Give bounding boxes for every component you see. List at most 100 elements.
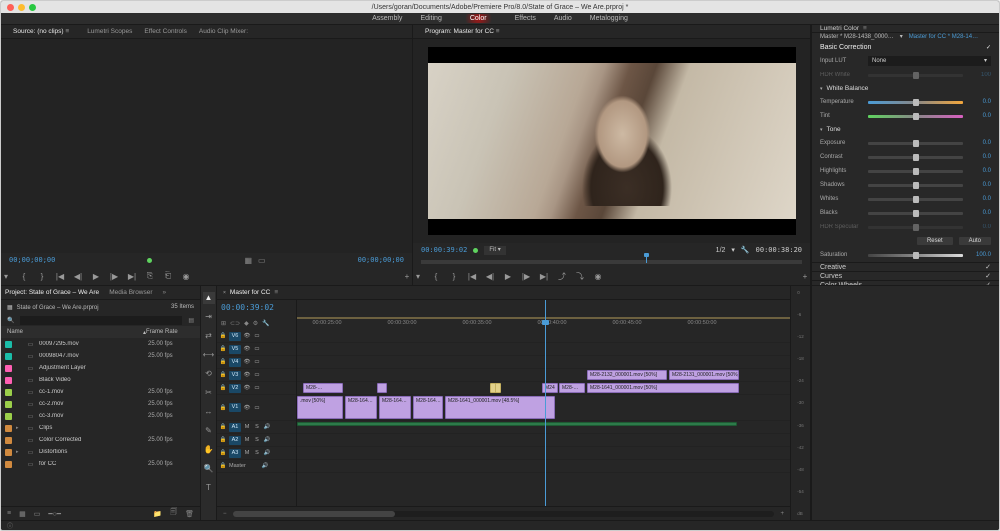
timeline-scrollbar[interactable] bbox=[233, 511, 775, 517]
list-item[interactable]: ▭for CC25.00 fps bbox=[1, 458, 200, 470]
timeline-clip[interactable]: M28-1641_000001.mov [50%] bbox=[587, 383, 739, 393]
tab-timeline[interactable]: Master for CC bbox=[230, 289, 270, 296]
project-search-input[interactable] bbox=[20, 316, 182, 325]
add-button-icon[interactable]: + bbox=[402, 272, 412, 281]
tab-program[interactable]: Program: Master for CC bbox=[419, 26, 506, 37]
workspace-audio[interactable]: Audio bbox=[554, 15, 572, 22]
tint-slider[interactable] bbox=[868, 115, 963, 118]
step-back-icon[interactable]: ◀| bbox=[73, 272, 83, 281]
freeform-icon[interactable]: ▭ bbox=[34, 510, 41, 518]
razor-tool[interactable]: ✂ bbox=[203, 387, 215, 399]
list-item[interactable]: ▭00097295.mov25.00 fps bbox=[1, 338, 200, 350]
source-view-icon[interactable]: ▦ bbox=[244, 256, 252, 265]
list-item[interactable]: ▭00098047.mov25.00 fps bbox=[1, 350, 200, 362]
list-item[interactable]: ▸▭Distortions bbox=[1, 446, 200, 458]
program-tc[interactable]: 00:00:39:02 bbox=[421, 246, 467, 254]
project-list[interactable]: ▭00097295.mov25.00 fps▭00098047.mov25.00… bbox=[1, 338, 200, 506]
list-item[interactable]: ▭cc-2.mov25.00 fps bbox=[1, 398, 200, 410]
audio-track-header[interactable]: 🔒A2MS🔊 bbox=[217, 434, 296, 447]
input-lut-combo[interactable]: None▾ bbox=[868, 56, 991, 66]
add-button-icon[interactable]: + bbox=[800, 272, 810, 281]
in-icon[interactable]: { bbox=[431, 272, 441, 281]
slip-tool[interactable]: ↔ bbox=[203, 406, 215, 418]
step-fwd-icon[interactable]: |▶ bbox=[521, 272, 531, 281]
timeline-ruler[interactable]: 00:00:25:0000:00:30:0000:00:35:0000:00:4… bbox=[297, 300, 790, 330]
audio-track-header[interactable]: 🔒A3MS🔊 bbox=[217, 447, 296, 460]
timeline-clip[interactable]: M28-… bbox=[559, 383, 585, 393]
timeline-clip[interactable]: M28-164… bbox=[379, 396, 411, 419]
lumetri-seq-clip[interactable]: Master for CC * M28-14… bbox=[909, 34, 978, 40]
timeline-clip[interactable]: M28-1641_000001.mov [48.5%] bbox=[445, 396, 555, 419]
step-back-icon[interactable]: ◀| bbox=[485, 272, 495, 281]
shadows-slider[interactable] bbox=[868, 184, 963, 187]
zoom-tool[interactable]: 🔍 bbox=[203, 463, 215, 475]
list-item[interactable]: ▭Color Corrected25.00 fps bbox=[1, 434, 200, 446]
list-item[interactable]: ▭cc-1.mov25.00 fps bbox=[1, 386, 200, 398]
goto-out-icon[interactable]: ▶| bbox=[127, 272, 137, 281]
program-resolution[interactable]: 1/2 bbox=[716, 247, 726, 254]
video-track-header[interactable]: 🔒V4👁▭ bbox=[217, 356, 296, 369]
tab-effect-controls[interactable]: Effect Controls bbox=[144, 28, 187, 35]
video-track-header[interactable]: 🔒V1👁▭ bbox=[217, 395, 296, 421]
timeline-audio-clip[interactable] bbox=[297, 422, 737, 426]
marker-icon[interactable]: ◆ bbox=[244, 320, 249, 327]
timeline-playhead[interactable] bbox=[545, 300, 546, 506]
video-track-header[interactable]: 🔒V6👁▭ bbox=[217, 330, 296, 343]
timeline-clip[interactable]: .mov [50%] bbox=[297, 396, 343, 419]
list-item[interactable]: ▭Adjustment Layer bbox=[1, 362, 200, 374]
play-icon[interactable]: ▶ bbox=[91, 272, 101, 281]
video-track-header[interactable]: 🔒V3👁▭ bbox=[217, 369, 296, 382]
saturation-slider[interactable] bbox=[868, 254, 963, 257]
lift-icon[interactable]: ⤴ bbox=[557, 271, 567, 282]
timeline-zoom-in[interactable]: + bbox=[780, 511, 784, 517]
out-icon[interactable]: } bbox=[37, 272, 47, 281]
timeline-clip[interactable]: M28-… bbox=[303, 383, 343, 393]
export-frame-icon[interactable]: ◉ bbox=[181, 272, 191, 281]
selection-tool[interactable]: ▲ bbox=[203, 292, 215, 304]
list-item[interactable]: ▭Black Video bbox=[1, 374, 200, 386]
tab-lumetri-scopes[interactable]: Lumetri Scopes bbox=[87, 28, 132, 35]
wrench-icon[interactable]: 🔧 bbox=[262, 320, 269, 327]
rate-stretch-tool[interactable]: ⟲ bbox=[203, 368, 215, 380]
timeline-zoom-out[interactable]: − bbox=[223, 511, 227, 517]
project-list-header[interactable]: Name▴ Frame Rate bbox=[1, 326, 200, 338]
info-icon[interactable]: ⓘ bbox=[7, 521, 13, 530]
list-view-icon[interactable]: ≡ bbox=[7, 510, 11, 517]
sub-white-balance[interactable]: White Balance bbox=[812, 82, 999, 95]
list-item[interactable]: ▸▭Clips bbox=[1, 422, 200, 434]
linked-icon[interactable]: ⊂⊃ bbox=[230, 320, 240, 327]
timeline-clip[interactable] bbox=[495, 383, 501, 393]
reset-button[interactable]: Reset bbox=[917, 237, 953, 245]
audio-track-header[interactable]: 🔒A1MS🔊 bbox=[217, 421, 296, 434]
overwrite-icon[interactable]: ⎗ bbox=[163, 271, 173, 281]
section-curves[interactable]: Curves✓ bbox=[812, 272, 999, 281]
tab-audio-clip-mixer[interactable]: Audio Clip Mixer: bbox=[199, 28, 248, 35]
sub-tone[interactable]: Tone bbox=[812, 123, 999, 136]
extract-icon[interactable]: ⤵ bbox=[575, 271, 585, 282]
timeline-clip[interactable]: M28-2131_000001.mov [50%] bbox=[669, 370, 739, 380]
trash-icon[interactable]: 🗑 bbox=[185, 510, 194, 518]
play-icon[interactable]: ▶ bbox=[503, 272, 513, 281]
wrench-icon[interactable]: 🔧 bbox=[741, 246, 750, 254]
zoom-window-button[interactable] bbox=[29, 4, 36, 11]
new-item-icon[interactable]: 🗐 bbox=[170, 508, 177, 519]
close-window-button[interactable] bbox=[7, 4, 14, 11]
check-icon[interactable] bbox=[986, 44, 991, 51]
tab-media-browser[interactable]: Media Browser bbox=[109, 289, 152, 296]
marker-icon[interactable]: ▾ bbox=[1, 272, 11, 281]
goto-in-icon[interactable]: |◀ bbox=[467, 272, 477, 281]
program-viewer[interactable] bbox=[428, 47, 796, 235]
program-zoom-combo[interactable]: Fit ▾ bbox=[484, 246, 505, 255]
marker-icon[interactable]: ▾ bbox=[413, 272, 423, 281]
temperature-slider[interactable] bbox=[868, 101, 963, 104]
workspace-color[interactable]: Color bbox=[460, 14, 497, 23]
whites-slider[interactable] bbox=[868, 198, 963, 201]
auto-button[interactable]: Auto bbox=[959, 237, 991, 245]
section-creative[interactable]: Creative✓ bbox=[812, 263, 999, 272]
filter-icon[interactable]: ▤ bbox=[188, 317, 194, 324]
out-icon[interactable]: } bbox=[449, 272, 459, 281]
new-bin-icon[interactable]: 📁 bbox=[153, 510, 162, 518]
section-basic-correction[interactable]: Basic Correction bbox=[812, 40, 999, 54]
blacks-slider[interactable] bbox=[868, 212, 963, 215]
video-track-header[interactable]: 🔒V5👁▭ bbox=[217, 343, 296, 356]
